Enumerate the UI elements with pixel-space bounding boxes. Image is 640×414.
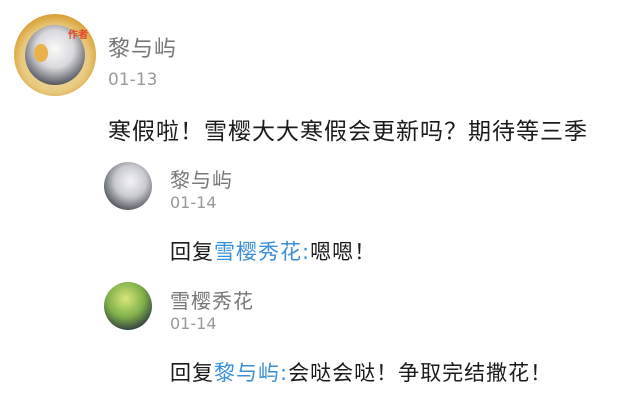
comment-text: 寒假啦！雪樱大大寒假会更新吗？期待等三季: [108, 119, 588, 145]
reply-author-name[interactable]: 黎与屿: [170, 164, 233, 193]
reply-prefix: 回复: [170, 240, 214, 264]
mention-link[interactable]: 雪樱秀花:: [214, 240, 310, 264]
comment-timestamp: 01-13: [108, 70, 158, 90]
reply-body: 会哒会哒！争取完结撒花！: [288, 361, 553, 385]
reply-timestamp: 01-14: [170, 314, 217, 333]
reply-prefix: 回复: [170, 361, 214, 385]
reply-text: 回复雪樱秀花:嗯嗯！: [170, 236, 376, 266]
comment-thread: 作者 黎与屿 01-13 寒假啦！雪樱大大寒假会更新吗？期待等三季 黎与屿 01…: [0, 0, 640, 414]
author-badge: 作者: [68, 30, 88, 41]
reply-text: 回复黎与屿:会哒会哒！争取完结撒花！: [170, 357, 552, 387]
comment-author-name[interactable]: 黎与屿: [108, 31, 177, 63]
reply-author-name[interactable]: 雪樱秀花: [170, 285, 254, 314]
reply-timestamp: 01-14: [170, 193, 217, 212]
balloon-icon: [34, 44, 48, 62]
reply-avatar[interactable]: [104, 162, 152, 210]
author-avatar[interactable]: 作者: [14, 14, 96, 96]
reply-body: 嗯嗯！: [310, 240, 377, 264]
mention-link[interactable]: 黎与屿:: [214, 361, 288, 385]
reply-avatar[interactable]: [104, 282, 152, 330]
